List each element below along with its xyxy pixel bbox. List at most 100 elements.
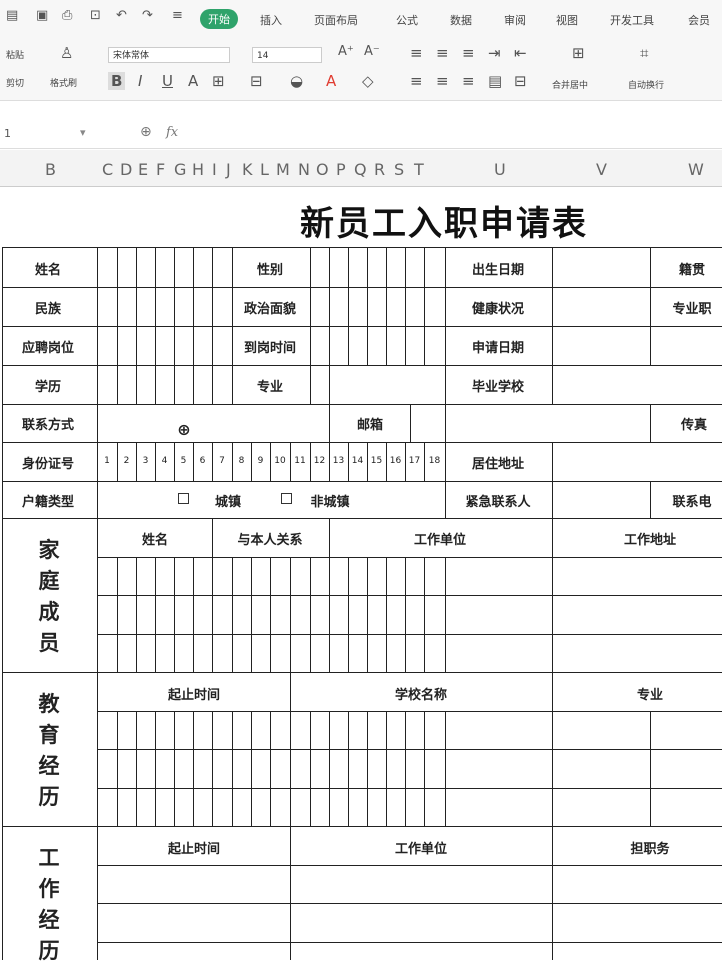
tab-insert[interactable]: 插入	[260, 12, 282, 28]
align-middle-icon[interactable]: ≡	[436, 44, 449, 62]
id-digit: 6	[199, 456, 206, 466]
print-preview-icon[interactable]: ⊡	[90, 8, 101, 23]
sheet-grid[interactable]: 新员工入职申请表 姓名 性别 出生日期 籍贯 民族 政治面貌 健康状况 专业职 应聘岗位 到岗时间…	[0, 186, 722, 963]
format-painter-button[interactable]: 格式刷	[50, 76, 77, 89]
grid-line	[212, 518, 213, 672]
col-F[interactable]: F	[156, 160, 165, 179]
tab-member[interactable]: 会员	[688, 12, 710, 28]
align-top-icon[interactable]: ≡	[410, 44, 423, 62]
formula-input[interactable]	[196, 124, 722, 144]
col-R[interactable]: R	[374, 160, 385, 179]
font-name-select[interactable]: 宋体常体	[108, 47, 230, 63]
label-arrival-time: 到岗时间	[243, 341, 297, 356]
col-E[interactable]: E	[138, 160, 148, 179]
tab-review[interactable]: 审阅	[504, 12, 526, 28]
wrap-icon[interactable]: ⌗	[640, 44, 648, 62]
distribute-icon[interactable]: ⊟	[514, 72, 527, 90]
underline-icon[interactable]: U	[162, 72, 173, 90]
grid-line	[329, 247, 330, 365]
id-digit: 15	[370, 456, 383, 466]
grid-line	[97, 711, 722, 712]
italic-icon[interactable]: I	[138, 72, 142, 90]
grid-line	[329, 518, 330, 672]
redo-icon[interactable]: ↷	[142, 8, 153, 23]
tab-developer[interactable]: 开发工具	[610, 12, 654, 28]
decrease-font-icon[interactable]: A⁻	[364, 44, 380, 59]
col-M[interactable]: M	[276, 160, 290, 179]
col-V[interactable]: V	[596, 160, 607, 179]
font-size-select[interactable]: 14	[252, 47, 322, 63]
increase-font-icon[interactable]: A⁺	[338, 44, 354, 59]
print-icon[interactable]: ⎙	[62, 8, 72, 23]
col-L[interactable]: L	[260, 160, 269, 179]
indent-icon[interactable]: ⇥	[488, 44, 501, 62]
outdent-icon[interactable]: ⇤	[514, 44, 527, 62]
undo-icon[interactable]: ↶	[116, 8, 127, 23]
label-address: 居住地址	[471, 457, 525, 472]
col-P[interactable]: P	[336, 160, 346, 179]
cell-style-icon[interactable]: ⊟	[250, 72, 263, 90]
bold-icon[interactable]: B	[108, 72, 126, 90]
justify-icon[interactable]: ▤	[488, 72, 502, 90]
fill-color-icon[interactable]: ◒	[290, 72, 303, 90]
merge-icon[interactable]: ⊞	[572, 44, 585, 62]
urban-checkbox[interactable]	[178, 493, 189, 504]
align-right-icon[interactable]: ≡	[462, 72, 475, 90]
cut-button[interactable]: 剪切	[6, 76, 24, 89]
grid-line	[232, 247, 233, 404]
font-color-icon[interactable]: A	[326, 72, 336, 90]
col-J[interactable]: J	[226, 160, 231, 179]
col-O[interactable]: O	[316, 160, 329, 179]
file-icon[interactable]: ▤	[6, 8, 18, 23]
tab-home[interactable]: 开始	[200, 9, 238, 29]
mouse-cursor-icon: ⊕	[177, 420, 191, 439]
tab-view[interactable]: 视图	[556, 12, 578, 28]
col-T[interactable]: T	[414, 160, 424, 179]
col-I[interactable]: I	[212, 160, 217, 179]
col-S[interactable]: S	[394, 160, 404, 179]
strikethrough-icon[interactable]: A	[188, 72, 198, 90]
col-B[interactable]: B	[45, 160, 56, 179]
align-left-icon[interactable]: ≡	[410, 72, 423, 90]
grid-line	[2, 672, 722, 673]
clear-format-icon[interactable]: ◇	[362, 72, 374, 90]
col-G[interactable]: G	[174, 160, 186, 179]
label-family-work-address: 工作地址	[623, 533, 677, 548]
grid-line	[251, 442, 252, 481]
grid-line	[97, 903, 722, 904]
rural-checkbox[interactable]	[281, 493, 292, 504]
col-N[interactable]: N	[298, 160, 310, 179]
name-box-dropdown-icon[interactable]: ▾	[80, 126, 86, 139]
wrap-text-button[interactable]: 自动换行	[628, 78, 664, 91]
save-icon[interactable]: ▣	[36, 8, 48, 23]
merge-center-button[interactable]: 合并居中	[552, 78, 588, 91]
tab-page-layout[interactable]: 页面布局	[314, 12, 358, 28]
label-gender: 性别	[256, 263, 284, 278]
border-icon[interactable]: ⊞	[212, 72, 225, 90]
grid-line	[552, 826, 553, 960]
label-family-name: 姓名	[141, 533, 169, 548]
align-bottom-icon[interactable]: ≡	[462, 44, 475, 62]
align-center-icon[interactable]: ≡	[436, 72, 449, 90]
grid-line	[329, 404, 330, 442]
grid-line	[155, 711, 156, 826]
col-U[interactable]: U	[494, 160, 506, 179]
tab-data[interactable]: 数据	[450, 12, 472, 28]
grid-line	[2, 287, 722, 288]
grid-line	[367, 247, 368, 365]
more-icon[interactable]: ≡	[172, 8, 183, 23]
grid-line	[2, 442, 722, 443]
col-W[interactable]: W	[688, 160, 704, 179]
tab-formulas[interactable]: 公式	[396, 12, 418, 28]
col-D[interactable]: D	[120, 160, 132, 179]
col-C[interactable]: C	[102, 160, 113, 179]
grid-line	[310, 557, 311, 672]
paste-button[interactable]: 粘贴	[6, 48, 24, 61]
fx-icon[interactable]: fx	[166, 125, 178, 140]
label-edu-period: 起止时间	[167, 688, 221, 703]
zoom-icon[interactable]: ⊕	[140, 124, 152, 140]
format-painter-icon[interactable]: ♙	[60, 44, 73, 62]
col-H[interactable]: H	[192, 160, 204, 179]
col-Q[interactable]: Q	[354, 160, 367, 179]
col-K[interactable]: K	[242, 160, 253, 179]
